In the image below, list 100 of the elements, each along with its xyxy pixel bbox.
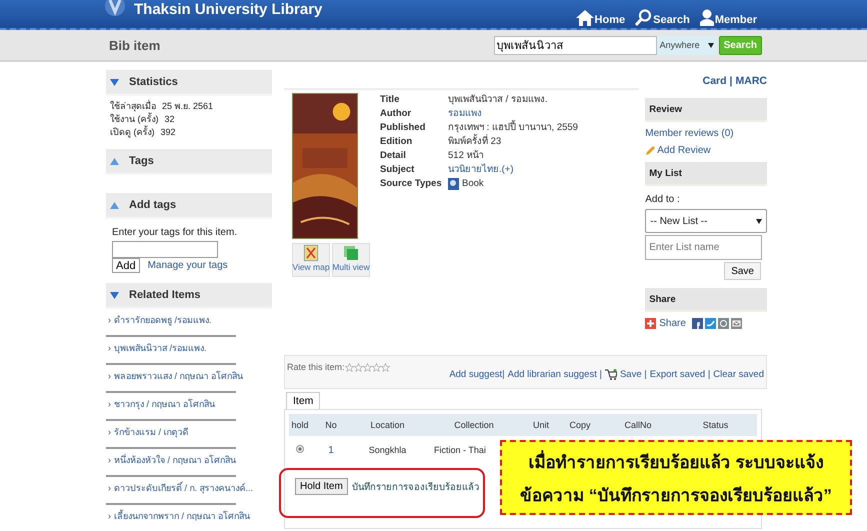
hold-radio[interactable] <box>296 445 304 453</box>
chevron-icon[interactable]: › <box>108 398 111 411</box>
related-item-link[interactable]: หนึ่งห้องหัวใจ / กฤษณา อโศกสิน <box>114 454 236 467</box>
view-link[interactable]: MARC <box>736 75 767 87</box>
expand-arrow-icon[interactable] <box>110 202 119 208</box>
expand-arrow-icon[interactable] <box>110 158 119 164</box>
add-button[interactable]: Add <box>112 258 140 273</box>
field-label: Detail <box>380 149 407 162</box>
related-item-link[interactable]: พลอยพราวแสง / กฤษณา อโศกสิน <box>114 370 244 383</box>
action-link[interactable]: Save | <box>620 368 647 380</box>
list-name-field[interactable]: Enter List name <box>645 235 762 260</box>
related-item-link[interactable]: รักข้างแรม / เกตุวดี <box>114 426 189 439</box>
view-link[interactable]: Card <box>702 75 727 87</box>
rate-label: Rate this item: <box>287 362 345 372</box>
page-title: Bib item <box>109 38 160 52</box>
nav-link[interactable]: Home <box>576 10 626 26</box>
field-value: Book <box>462 177 484 190</box>
field-value: บุพเพสันนิวาส / รอมแพง. <box>448 93 549 106</box>
library-title: Thaksin University Library <box>134 1 322 18</box>
stat-value: 32 <box>164 113 175 126</box>
field-link[interactable]: รอมแพง <box>448 107 578 120</box>
separator: | <box>730 75 732 87</box>
related-item-link[interactable]: ชาวกรุง / กฤษณา อโศกสิน <box>114 398 216 411</box>
field-value: พิมพ์ครั้งที่ 23 <box>448 135 502 148</box>
related-item-link[interactable]: บุพเพสันนิวาส /รอมแพง. <box>114 342 207 355</box>
multi-view-button[interactable]: Multi view <box>332 243 370 277</box>
chevron-icon[interactable]: › <box>108 370 111 383</box>
column-header: Unit <box>524 414 558 436</box>
chevron-icon[interactable]: › <box>108 426 111 439</box>
book-icon <box>448 178 459 190</box>
logo-icon <box>104 0 126 18</box>
table-cell: Fiction - Thai <box>434 445 486 455</box>
field-label: Source Types <box>380 177 443 190</box>
hold-item-button[interactable]: Hold Item <box>295 478 348 495</box>
chevron-icon[interactable]: › <box>108 510 111 523</box>
list-dropdown[interactable]: -- New List -- <box>645 209 767 233</box>
field-link[interactable]: นวนิยายไทย.(+) <box>448 163 578 176</box>
field-label: Published <box>380 121 426 134</box>
confirmation-message: บันทึกรายการจองเรียบร้อยแล้ว <box>352 481 479 494</box>
caret-icon <box>708 42 714 48</box>
column-header: Copy <box>558 414 602 436</box>
callout-text: เมื่อทำรายการเรียบร้อยแล้ว ระบบจะแจ้ง <box>528 448 824 474</box>
share-button[interactable]: Share <box>645 318 686 329</box>
add-to-label: Add to : <box>645 194 681 205</box>
collapse-arrow-icon[interactable] <box>110 78 119 86</box>
table-cell: Songkhla <box>368 445 406 455</box>
action-link[interactable]: Add suggest| <box>449 368 505 380</box>
stat-label: เปิดดู (ครั้ง) <box>110 126 154 139</box>
add-review-link[interactable]: Add Review <box>645 145 767 156</box>
related-item-link[interactable]: ดาวประดับเกียรติ์ / ก. สุรางคนางค์... <box>114 482 254 495</box>
caret-icon <box>756 218 762 224</box>
chevron-icon[interactable]: › <box>108 314 111 327</box>
section-title: Tags <box>129 155 154 167</box>
stat-value: 25 พ.ย. 2561 <box>162 100 214 113</box>
field-label: Subject <box>380 163 416 176</box>
field-label: Edition <box>380 135 414 148</box>
panel-header: My List <box>645 162 767 186</box>
field-value: 512 หน้า <box>448 149 484 162</box>
action-link[interactable]: Add librarian suggest | <box>508 368 602 380</box>
nav-link[interactable]: Member <box>700 9 757 26</box>
mail-icon[interactable] <box>730 318 742 329</box>
field-label: Title <box>380 93 400 106</box>
column-header: hold <box>289 414 311 436</box>
tag-input-field[interactable] <box>112 241 218 258</box>
map-icon <box>304 245 318 261</box>
scope-dropdown[interactable]: Anywhere <box>656 36 717 54</box>
cart-icon <box>604 368 617 380</box>
layers-icon <box>343 245 359 261</box>
panel-header: Review <box>645 98 767 122</box>
column-header: Location <box>351 414 424 436</box>
facebook-icon[interactable] <box>692 318 703 329</box>
column-header: No <box>311 414 351 436</box>
member-reviews-link[interactable]: Member reviews (0) <box>645 128 767 139</box>
home-icon <box>576 10 594 26</box>
action-link[interactable]: Clear saved <box>713 368 764 380</box>
column-header: Collection <box>424 414 524 436</box>
view-map-button[interactable]: View map <box>292 243 330 277</box>
panel-header: Share <box>645 288 767 312</box>
section-title: Statistics <box>129 76 178 88</box>
action-link[interactable]: Export saved | <box>650 368 710 380</box>
related-item-link[interactable]: เลี้ยงนกจากพราก / กฤษณา อโศกสิน <box>114 510 250 523</box>
chevron-icon[interactable]: › <box>108 342 111 355</box>
section-title: Related Items <box>129 289 201 301</box>
nav-link[interactable]: Search <box>635 9 690 26</box>
search-field[interactable]: บุพเพสันนิวาส <box>494 36 657 54</box>
tags-hint: Enter your tags for this item. <box>112 227 238 239</box>
related-item-link[interactable]: ดำรารักยอดพธู /รอมแพง. <box>114 314 212 327</box>
stat-label: ใช้ล่าสุดเมื่อ <box>110 100 156 112</box>
save-button[interactable]: Save <box>724 262 761 280</box>
chevron-icon[interactable]: › <box>108 482 111 495</box>
manage-tags-link[interactable]: Manage your tags <box>148 260 228 271</box>
pencil-icon <box>645 146 656 156</box>
chevron-icon[interactable]: › <box>108 454 111 467</box>
stat-label: ใช้งาน (ครั้ง) <box>110 113 158 126</box>
tab[interactable]: Item <box>286 392 320 410</box>
section-title: Add tags <box>129 199 176 211</box>
column-header: CallNo <box>602 414 674 436</box>
stat-value: 392 <box>160 126 176 139</box>
star-rating[interactable] <box>344 362 390 372</box>
collapse-arrow-icon[interactable] <box>110 292 119 298</box>
